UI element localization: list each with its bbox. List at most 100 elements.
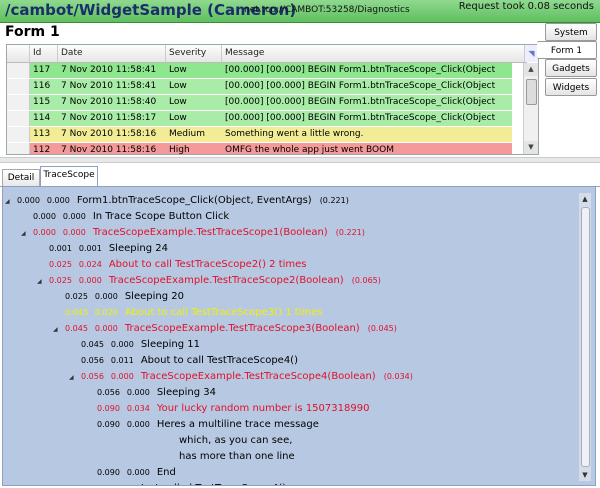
trace-line[interactable]: 0.001 0.001 Sleeping 24 — [49, 241, 168, 257]
trace-elapsed: 0.025 — [65, 292, 88, 301]
trace-tree[interactable]: ◢ 0.000 0.000 Form1.btnTraceScope_Click(Obj… — [2, 186, 596, 486]
column-header-severity[interactable]: Severity — [165, 45, 223, 62]
column-chooser-icon[interactable]: ◥ — [524, 45, 538, 62]
trace-line[interactable]: ◢ 0.056 0.000 TraceScopeExample.TestTraceSc… — [69, 369, 413, 385]
trace-message: TraceScopeExample.TestTraceScope1(Boolea… — [92, 227, 328, 238]
row-selector[interactable] — [7, 95, 30, 110]
request-time-label: Request took 0.08 seconds — [458, 1, 594, 12]
trace-delta: 0.020 — [94, 308, 118, 317]
scroll-up-icon[interactable]: ▲ — [579, 193, 591, 205]
trace-elapsed: 0.045 — [65, 324, 88, 333]
cell-message: OMFG the whole app just went BOOM — [225, 145, 394, 155]
tab-gadgets[interactable]: Gadgets — [545, 59, 597, 77]
trace-line[interactable]: 0.025 0.024 About to call TestTraceScope2(… — [49, 257, 307, 273]
trace-line[interactable]: 0.056 0.000 Sleeping 34 — [97, 385, 216, 401]
cell-severity: Low — [169, 113, 187, 123]
column-header-message[interactable]: Message — [221, 45, 527, 62]
trace-line[interactable]: ◢ 0.000 0.000 Form1.btnTraceScope_Click(Obj… — [5, 193, 349, 209]
collapse-toggle-icon[interactable]: ◢ — [69, 370, 77, 386]
scroll-up-icon[interactable]: ▲ — [524, 63, 538, 76]
table-row[interactable]: 117 7 Nov 2010 11:58:41 Low [00.000] [00.00… — [7, 63, 512, 79]
table-row[interactable]: 113 7 Nov 2010 11:58:16 Medium Something we… — [7, 127, 512, 143]
cell-severity: Low — [169, 81, 187, 91]
tab-tracescope[interactable]: TraceScope — [40, 166, 98, 187]
grid-scroll-thumb[interactable] — [526, 79, 537, 105]
cell-date: 7 Nov 2010 11:58:16 — [61, 145, 157, 155]
row-selector[interactable] — [7, 143, 30, 154]
trace-line[interactable]: ◢ 0.000 0.000 TraceScopeExample.TestTraceSc… — [21, 225, 365, 241]
row-selector[interactable] — [7, 111, 30, 126]
collapse-toggle-icon[interactable]: ◢ — [53, 322, 61, 338]
trace-message: In Trace Scope Button Click — [92, 211, 230, 222]
trace-message: TraceScopeExample.TestTraceScope3(Boolea… — [124, 323, 360, 334]
trace-message: TraceScopeExample.TestTraceScope2(Boolea… — [108, 275, 344, 286]
cell-id: 115 — [33, 97, 51, 107]
cell-id: 112 — [33, 145, 51, 155]
trace-line[interactable]: 0.045 0.000 Sleeping 11 — [81, 337, 200, 353]
cell-id: 116 — [33, 81, 51, 91]
trace-elapsed: 0.056 — [81, 356, 104, 365]
trace-line[interactable]: 0.000 0.000 In Trace Scope Button Click — [33, 209, 229, 225]
collapse-toggle-icon[interactable]: ◢ — [5, 194, 13, 210]
trace-message: End — [156, 467, 176, 478]
trace-line[interactable]: 0.045 0.020 About to call TestTraceScope3(… — [65, 305, 323, 321]
trace-line[interactable]: ◢ 0.045 0.000 TraceScopeExample.TestTraceSc… — [53, 321, 397, 337]
trace-line[interactable]: 0.056 0.011 About to call TestTraceScope4(… — [81, 353, 298, 369]
cell-id: 117 — [33, 65, 51, 75]
trace-duration: (0.221) — [319, 196, 349, 205]
tab-widgets[interactable]: Widgets — [545, 78, 597, 96]
trace-elapsed: 0.090 — [97, 420, 120, 429]
row-selector[interactable] — [7, 63, 30, 78]
trace-line[interactable]: which, as you can see, — [179, 433, 292, 449]
trace-line[interactable]: 0.025 0.000 Sleeping 20 — [65, 289, 184, 305]
table-row[interactable]: 116 7 Nov 2010 11:58:41 Low [00.000] [00.00… — [7, 79, 512, 95]
column-header-id[interactable]: Id — [29, 45, 53, 62]
trace-delta: 0.000 — [78, 276, 102, 285]
tab-form-1[interactable]: Form 1 — [537, 41, 597, 59]
grid-scrollbar[interactable]: ▲ ▼ — [523, 63, 538, 154]
trace-message: About to call TestTraceScope3() 1 times — [124, 307, 323, 318]
cell-message: Something went a little wrong. — [225, 129, 364, 139]
trace-delta: 0.000 — [46, 196, 70, 205]
trace-message: Form1.btnTraceScope_Click(Object, EventA… — [76, 195, 312, 206]
grid-header: Id Date Severity Message — [7, 45, 527, 63]
log-grid[interactable]: Id Date Severity Message ◥ 117 7 Nov 2010… — [6, 44, 539, 155]
trace-line[interactable]: 0.090 0.000 Heres a multiline trace messag… — [97, 417, 319, 433]
cell-id: 114 — [33, 113, 51, 123]
trace-line[interactable]: 0.090 0.034 Your lucky random number is 15… — [97, 401, 369, 417]
row-selector[interactable] — [7, 79, 30, 94]
trace-line[interactable]: 0.090 0.000 End — [97, 465, 176, 481]
trace-message: TraceScopeExample.TestTraceScope4(Boolea… — [140, 371, 376, 382]
trace-delta: 0.011 — [110, 356, 134, 365]
trace-message: Sleeping 11 — [140, 339, 200, 350]
trace-elapsed: 0.000 — [17, 196, 40, 205]
cell-date: 7 Nov 2010 11:58:17 — [61, 113, 157, 123]
trace-scrollbar[interactable]: ▲ ▼ — [579, 193, 591, 481]
trace-elapsed: 0.001 — [49, 244, 72, 253]
scroll-down-icon[interactable]: ▼ — [579, 469, 591, 481]
row-selector[interactable] — [7, 127, 30, 142]
scroll-down-icon[interactable]: ▼ — [524, 141, 538, 154]
trace-message: Sleeping 20 — [124, 291, 184, 302]
cell-id: 113 — [33, 129, 51, 139]
trace-scroll-thumb[interactable] — [581, 207, 590, 467]
table-row[interactable]: 112 7 Nov 2010 11:58:16 High OMFG the whole… — [7, 143, 512, 155]
table-row[interactable]: 115 7 Nov 2010 11:58:40 Low [00.000] [00.00… — [7, 95, 512, 111]
column-header-date[interactable]: Date — [57, 45, 167, 62]
table-row[interactable]: 114 7 Nov 2010 11:58:17 Low [00.000] [00.00… — [7, 111, 512, 127]
trace-delta: 0.000 — [126, 420, 150, 429]
cell-message: [00.000] [00.000] BEGIN Form1.btnTraceSc… — [225, 113, 496, 123]
splitter[interactable] — [0, 157, 600, 163]
trace-delta: 0.000 — [126, 388, 150, 397]
trace-message: Sleeping 24 — [108, 243, 168, 254]
tab-system[interactable]: System — [545, 23, 597, 41]
collapse-toggle-icon[interactable]: ◢ — [21, 226, 29, 242]
collapse-toggle-icon[interactable]: ◢ — [37, 274, 45, 290]
trace-elapsed: 0.025 — [49, 276, 72, 285]
grid-rows: 117 7 Nov 2010 11:58:41 Low [00.000] [00.00… — [7, 63, 512, 155]
tab-detail[interactable]: Detail — [2, 169, 40, 186]
trace-line[interactable]: 0.090 0.000 Just called TestTraceScope4() — [81, 481, 286, 485]
trace-line[interactable]: ◢ 0.025 0.000 TraceScopeExample.TestTraceSc… — [37, 273, 381, 289]
trace-message: About to call TestTraceScope4() — [140, 355, 298, 366]
trace-line[interactable]: has more than one line — [179, 449, 295, 465]
